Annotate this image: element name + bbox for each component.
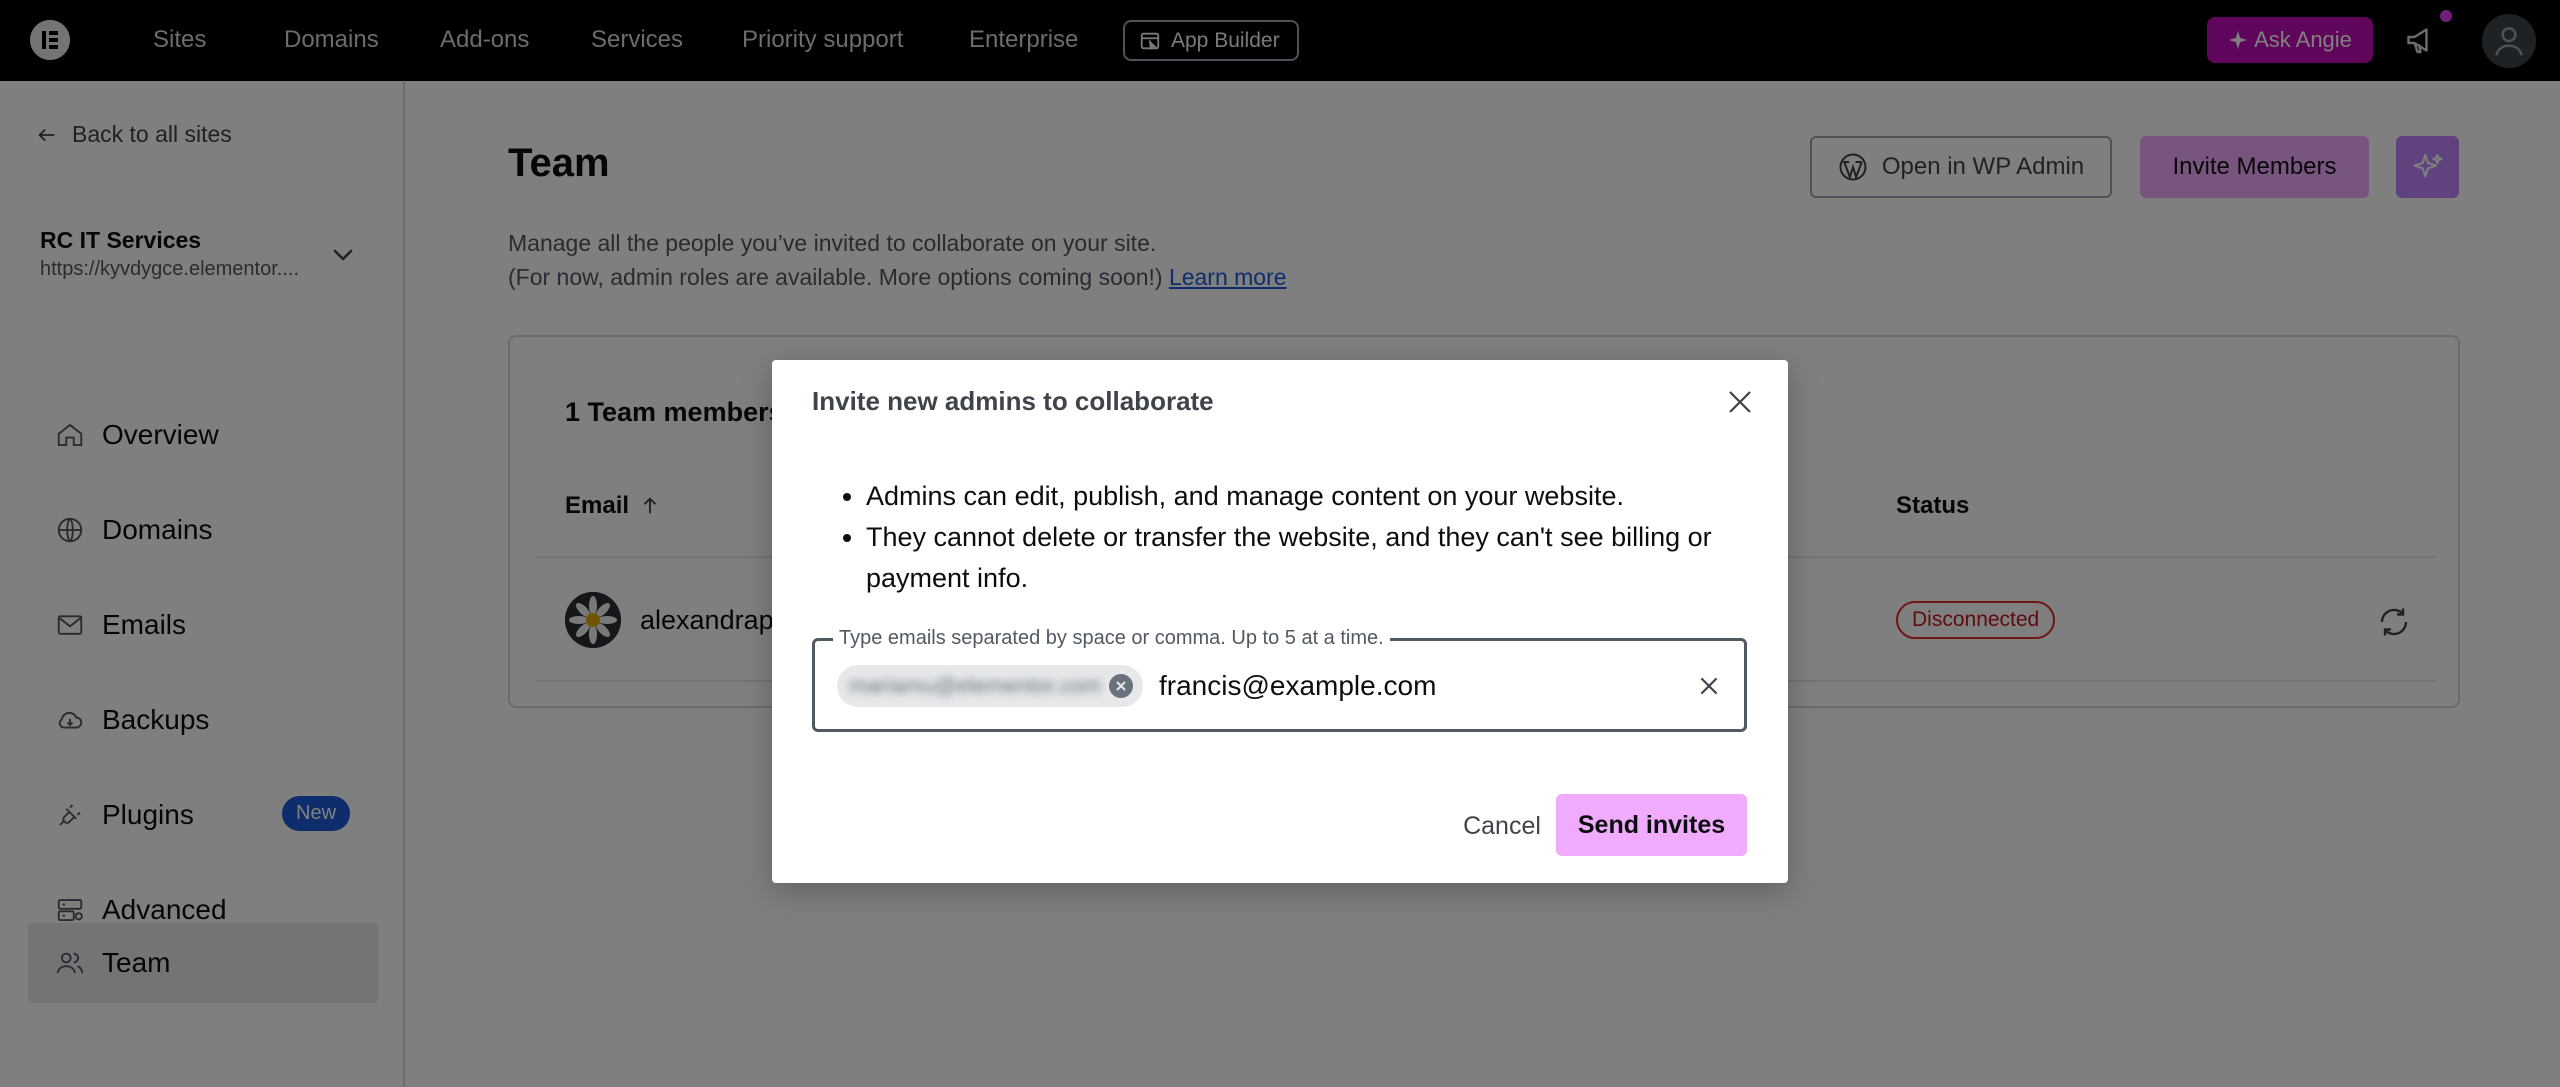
invite-admins-dialog: Invite new admins to collaborate Admins … [772, 360, 1788, 883]
email-chip: mariamu@elementor.com [837, 665, 1144, 707]
email-invite-field[interactable]: Type emails separated by space or comma.… [812, 627, 1747, 732]
cancel-button[interactable]: Cancel [1434, 796, 1570, 856]
info-bullet: Admins can edit, publish, and manage con… [866, 476, 1746, 517]
clear-icon[interactable] [1691, 668, 1727, 704]
chip-remove-icon[interactable] [1109, 674, 1134, 698]
info-bullet: They cannot delete or transfer the websi… [866, 517, 1746, 599]
email-chip-text: mariamu@elementor.com [849, 673, 1102, 698]
email-input[interactable] [1159, 663, 1679, 709]
dialog-info-list: Admins can edit, publish, and manage con… [866, 476, 1746, 599]
email-field-label: Type emails separated by space or comma.… [833, 627, 1390, 650]
close-icon[interactable] [1720, 382, 1760, 422]
send-invites-button[interactable]: Send invites [1556, 794, 1747, 856]
dialog-title: Invite new admins to collaborate [812, 386, 1214, 416]
